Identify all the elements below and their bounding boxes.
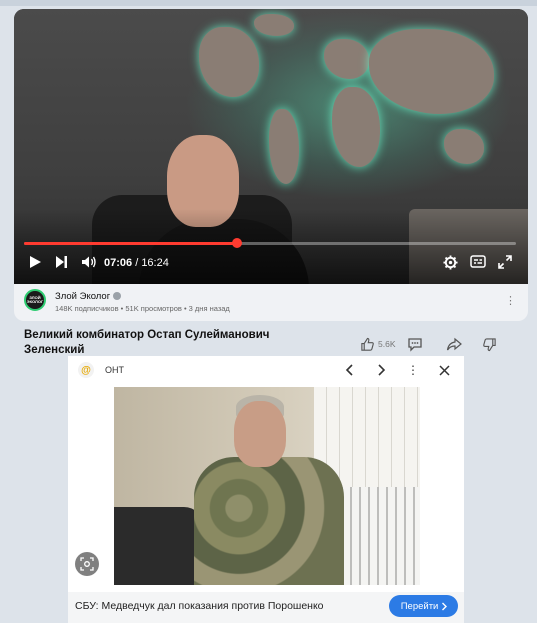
play-icon <box>30 256 41 268</box>
photo-radiator <box>334 487 420 585</box>
like-button[interactable]: 5.6K <box>360 333 396 355</box>
dislike-button[interactable] <box>482 333 497 355</box>
ad-card: @ ОНТ ⋮ СБУ: Медведчук дал показания про… <box>68 356 464 623</box>
thumbs-up-icon <box>361 337 374 351</box>
photo-person-body <box>194 457 344 585</box>
time-separator: / <box>132 257 142 269</box>
close-icon <box>438 364 450 376</box>
go-button-label: Перейти <box>400 600 439 612</box>
progress-bar[interactable] <box>24 238 516 248</box>
controls-gradient <box>14 209 528 284</box>
chevron-right-icon <box>378 364 386 376</box>
source-logo-icon: @ <box>78 362 94 378</box>
duration: 16:24 <box>141 257 169 269</box>
share-icon <box>446 337 462 350</box>
current-time: 07:06 <box>104 257 133 269</box>
top-strip <box>0 0 537 6</box>
progress-fill <box>24 242 237 245</box>
fullscreen-button[interactable] <box>498 255 512 269</box>
volume-button[interactable] <box>81 255 97 269</box>
chevron-right-icon <box>442 602 447 610</box>
ad-image[interactable] <box>114 387 420 585</box>
next-ad-button[interactable] <box>373 362 389 378</box>
subtitles-button[interactable] <box>470 255 486 268</box>
photo-person-head <box>234 401 286 467</box>
thumbs-down-icon <box>483 337 496 351</box>
settings-button[interactable] <box>443 255 458 270</box>
subtitles-icon <box>470 255 486 268</box>
channel-avatar[interactable]: ЗЛОЙ ЭКОЛОГ <box>24 289 46 311</box>
video-player[interactable]: 07:06 / 16:24 <box>14 9 528 284</box>
comment-button[interactable] <box>407 333 423 355</box>
verified-icon <box>113 292 122 300</box>
channel-name-text: Злой Эколог <box>55 291 111 302</box>
channel-name[interactable]: Злой Эколог <box>55 291 122 302</box>
play-button[interactable] <box>29 255 42 269</box>
go-button[interactable]: Перейти <box>388 595 458 617</box>
ad-headline[interactable]: СБУ: Медведчук дал показания против Поро… <box>75 600 324 612</box>
gear-icon <box>443 255 458 270</box>
chevron-left-icon <box>345 364 353 376</box>
video-title[interactable]: Великий комбинатор Остап Сулейманович Зе… <box>24 328 324 358</box>
fullscreen-icon <box>498 255 512 269</box>
ad-source-name: ОНТ <box>105 365 124 375</box>
more-options-icon[interactable]: ⋮ <box>505 294 516 307</box>
channel-row: ЗЛОЙ ЭКОЛОГ Злой Эколог 148K подписчиков… <box>14 284 528 321</box>
progress-knob[interactable] <box>231 238 242 248</box>
time-display: 07:06 / 16:24 <box>104 257 169 269</box>
ad-footer: СБУ: Медведчук дал показания против Поро… <box>68 592 464 623</box>
next-button[interactable] <box>55 255 68 269</box>
next-icon <box>56 256 67 268</box>
volume-icon <box>82 256 96 268</box>
avatar-text: ЗЛОЙ ЭКОЛОГ <box>26 295 44 304</box>
close-button[interactable] <box>436 362 452 378</box>
visual-search-button[interactable] <box>75 552 99 576</box>
ad-header: @ ОНТ ⋮ <box>68 356 464 384</box>
channel-meta: 148K подписчиков • 51K просмотров • 3 дн… <box>55 304 230 313</box>
share-button[interactable] <box>446 333 462 355</box>
prev-button[interactable] <box>342 362 358 378</box>
lens-icon <box>80 557 94 571</box>
like-count: 5.6K <box>378 339 396 349</box>
comment-icon <box>408 337 422 352</box>
ad-more-icon[interactable]: ⋮ <box>405 362 421 378</box>
video-card: 07:06 / 16:24 ЗЛОЙ ЭКОЛОГ Злой Эколог 14… <box>14 9 528 321</box>
photo-cables <box>114 507 204 585</box>
